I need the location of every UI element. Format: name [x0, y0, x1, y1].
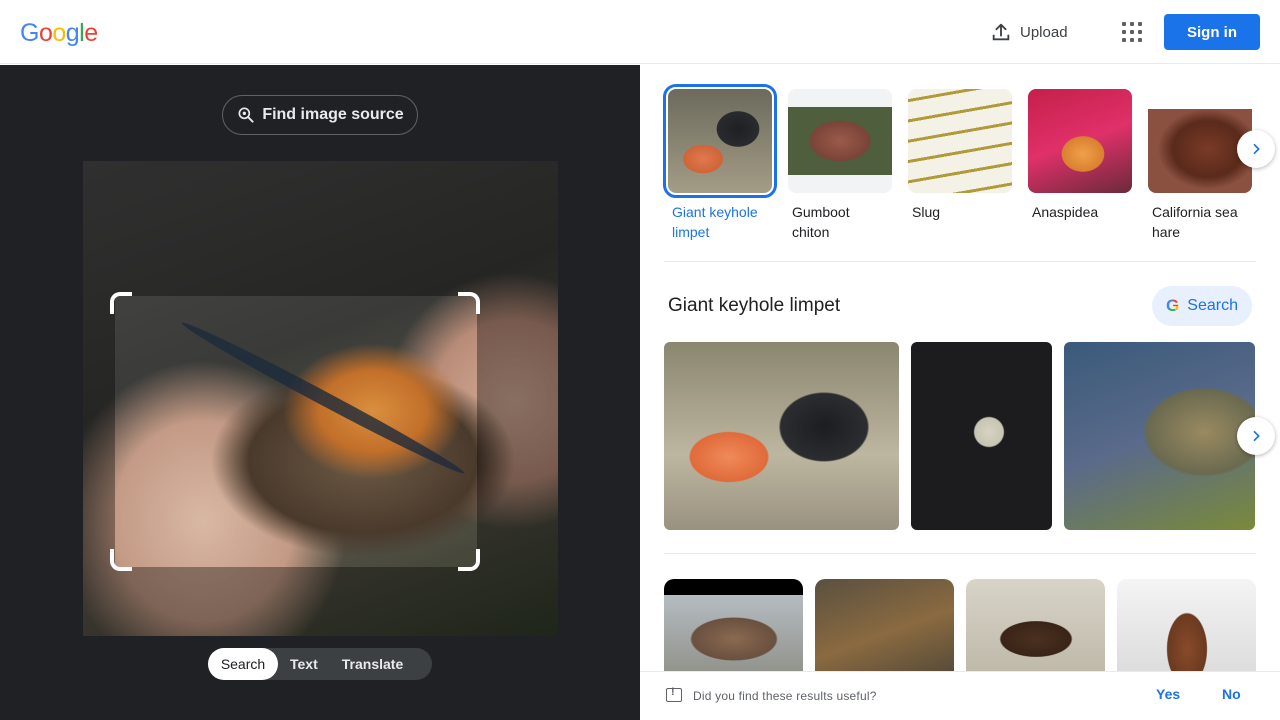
feedback-yes-button[interactable]: Yes [1156, 686, 1180, 702]
google-g-icon: G [1166, 296, 1180, 315]
divider [664, 553, 1256, 554]
entity-chip[interactable]: Anaspidea [1028, 89, 1132, 222]
entity-label: California sea hare [1152, 204, 1238, 240]
entity-label: Gumboot chiton [792, 204, 850, 240]
crop-handle-bottom-right[interactable] [458, 549, 480, 571]
search-label: Search [1187, 297, 1238, 314]
find-image-source-button[interactable]: Find image source [222, 95, 418, 135]
result-image[interactable] [664, 342, 899, 530]
top-bar: Google Upload Sign in [0, 0, 1280, 64]
result-image[interactable] [911, 342, 1052, 530]
entity-thumbnail [1148, 89, 1252, 193]
crop-selection-box[interactable] [110, 292, 480, 571]
results-panel: Giant keyhole limpet Gumboot chiton Slug… [640, 65, 1280, 720]
entity-thumbnail [788, 89, 892, 193]
entity-label: Giant keyhole limpet [672, 204, 758, 240]
google-search-button[interactable]: G Search [1152, 286, 1252, 326]
entity-thumbnail [663, 84, 777, 198]
feedback-bar: Did you find these results useful? Yes N… [640, 671, 1280, 720]
chevron-right-icon [1253, 143, 1260, 155]
lens-search-icon [238, 107, 254, 123]
crop-handle-top-left[interactable] [110, 292, 132, 314]
lens-mode-tabs: Search Text Translate [208, 648, 432, 680]
upload-icon [992, 23, 1010, 41]
related-entities: Giant keyhole limpet Gumboot chiton Slug… [663, 84, 1264, 249]
crop-handle-top-right[interactable] [458, 292, 480, 314]
entity-thumbnail [908, 89, 1012, 193]
tab-text[interactable]: Text [278, 648, 330, 680]
entity-label: Anaspidea [1032, 204, 1099, 220]
feedback-icon [666, 686, 682, 702]
entity-label: Slug [912, 204, 941, 220]
chevron-right-icon [1253, 430, 1260, 442]
feedback-no-button[interactable]: No [1222, 686, 1241, 702]
find-image-source-label: Find image source [262, 106, 404, 123]
feedback-question: Did you find these results useful? [693, 689, 877, 703]
section-title: Giant keyhole limpet [668, 295, 841, 316]
entity-thumbnail [1028, 89, 1132, 193]
result-image[interactable] [1064, 342, 1255, 530]
crop-handle-bottom-left[interactable] [110, 549, 132, 571]
entity-chip[interactable]: Giant keyhole limpet [663, 84, 777, 242]
tab-search[interactable]: Search [208, 648, 278, 680]
upload-button[interactable]: Upload [990, 18, 1068, 46]
entity-chip[interactable]: California sea hare [1148, 89, 1252, 242]
chips-next-button[interactable] [1237, 130, 1275, 168]
apps-grid-icon[interactable] [1120, 20, 1144, 44]
tab-translate[interactable]: Translate [330, 648, 415, 680]
sign-in-button[interactable]: Sign in [1164, 14, 1260, 50]
google-logo[interactable]: Google [20, 19, 98, 48]
upload-label: Upload [1020, 23, 1068, 41]
entity-chip[interactable]: Slug [908, 89, 1012, 222]
entity-chip[interactable]: Gumboot chiton [788, 89, 892, 242]
divider [664, 261, 1256, 262]
results-next-button[interactable] [1237, 417, 1275, 455]
